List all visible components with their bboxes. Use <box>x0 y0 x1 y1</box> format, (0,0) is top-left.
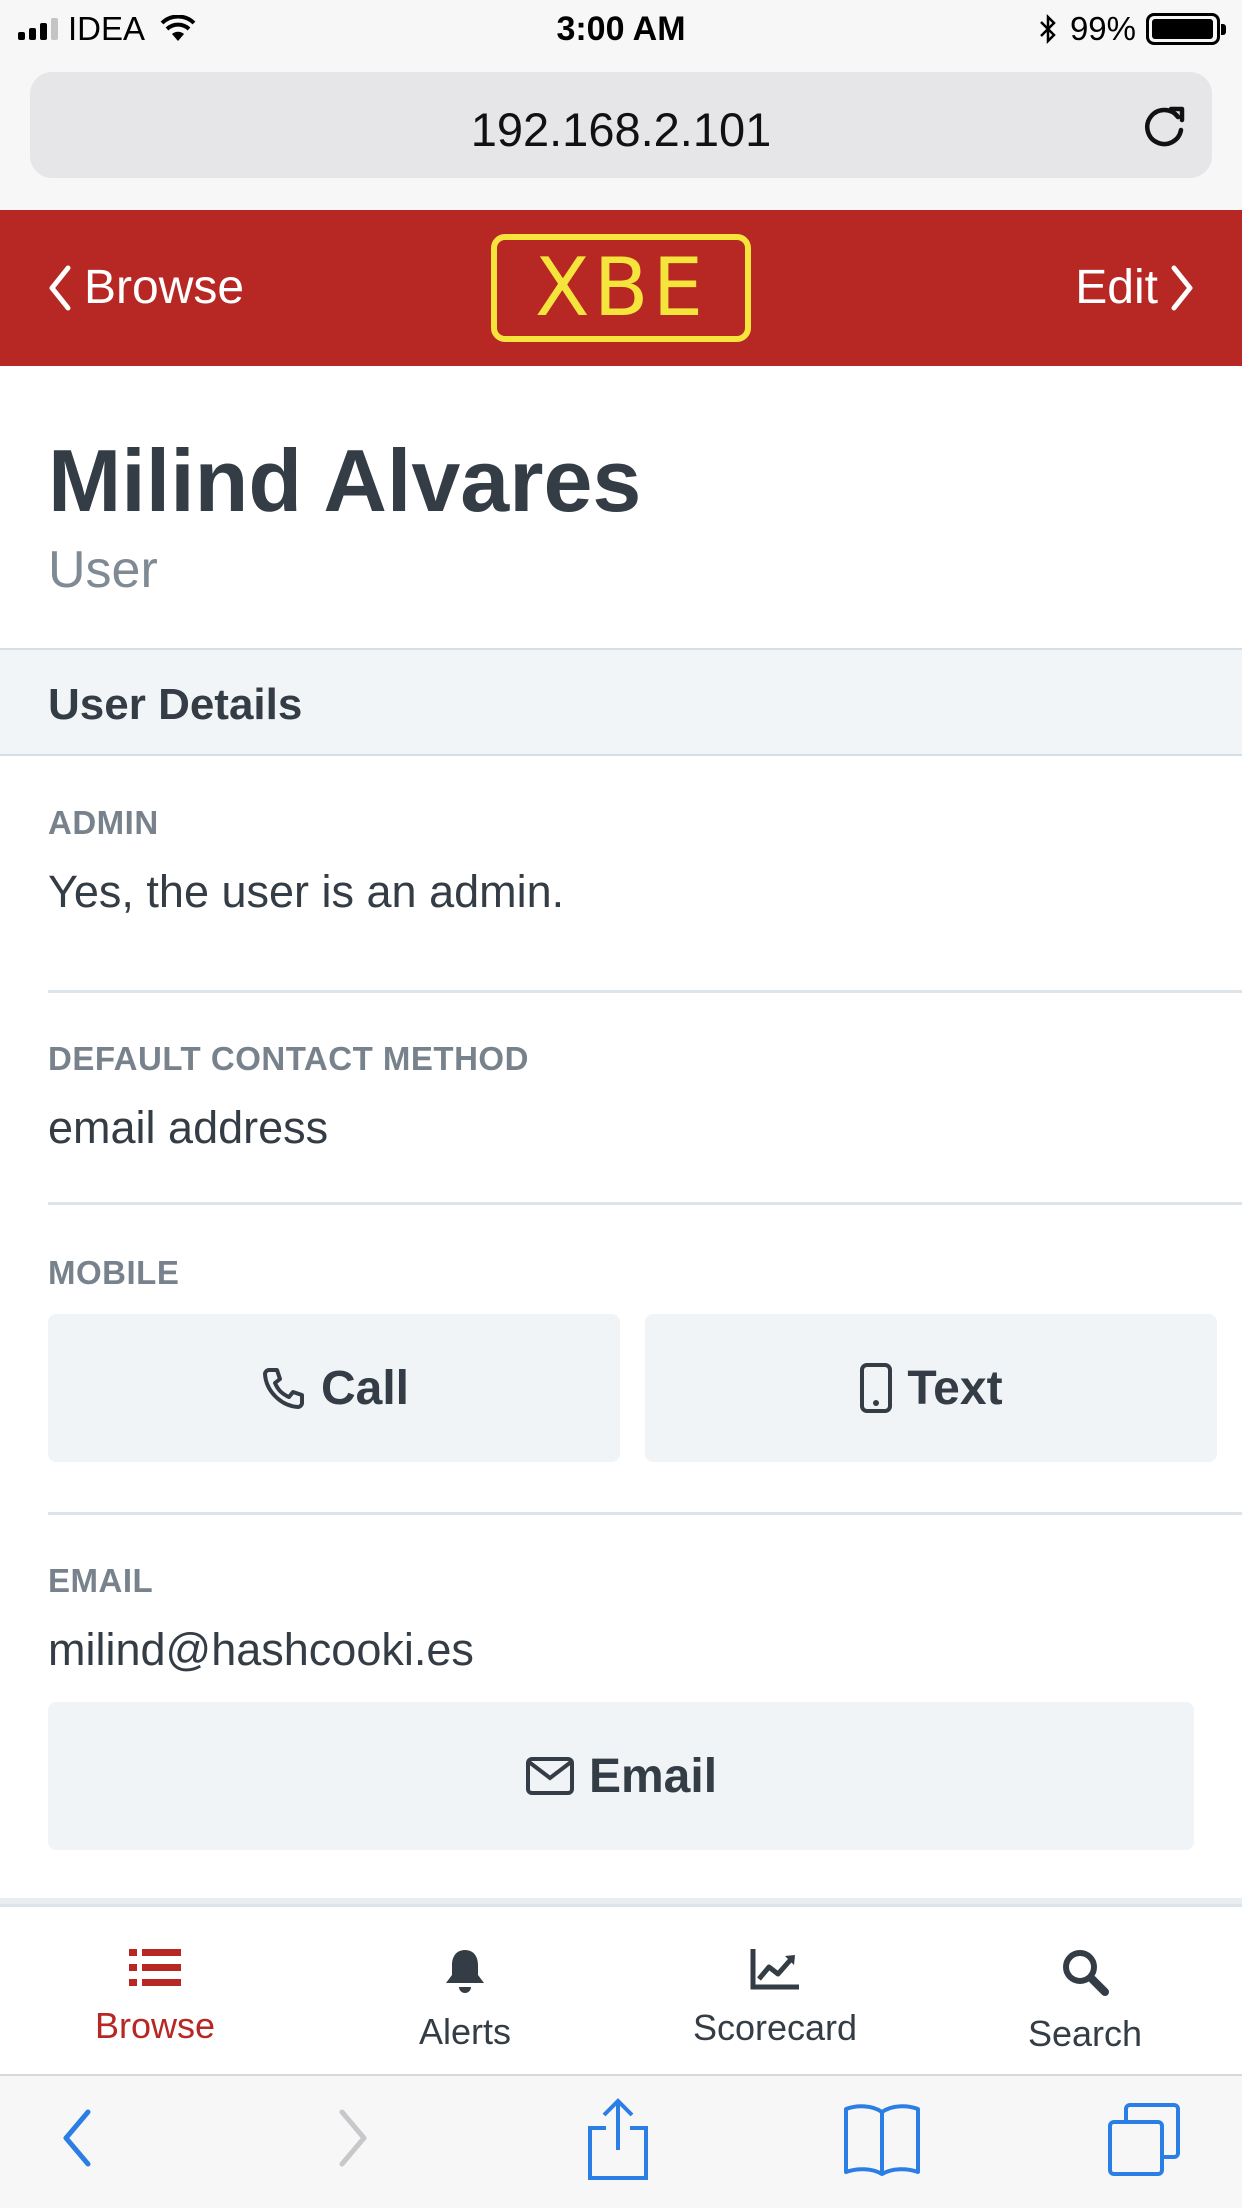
nav-label: Browse <box>94 2005 216 2046</box>
browser-address-area: 192.168.2.101 <box>0 62 1242 210</box>
back-icon[interactable] <box>58 2106 98 2170</box>
edit-label: Edit <box>1075 261 1158 314</box>
bluetooth-icon <box>1040 13 1056 45</box>
reload-icon[interactable] <box>1138 100 1190 152</box>
address-bar[interactable]: 192.168.2.101 <box>30 72 1212 178</box>
nav-label: Search <box>1027 2013 1143 2054</box>
call-label: Call <box>320 1361 410 1415</box>
bottom-nav: Browse Alerts Scorecard Search <box>0 1904 1242 2074</box>
email-value: milind@hashcooki.es <box>48 1624 474 1675</box>
tabs-icon[interactable] <box>1106 2102 1182 2178</box>
divider <box>48 1512 1242 1515</box>
bell-icon <box>446 1950 484 1993</box>
forward-icon[interactable] <box>332 2106 372 2170</box>
list-icon <box>129 1949 181 1986</box>
url-text[interactable]: 192.168.2.101 <box>30 102 1212 157</box>
nav-item-scorecard[interactable]: Scorecard <box>620 1907 930 2077</box>
admin-value: Yes, the user is an admin. <box>48 866 565 917</box>
bookmarks-icon[interactable] <box>842 2102 922 2176</box>
email-button-label: Email <box>588 1749 718 1803</box>
chart-line-icon <box>750 1949 799 1990</box>
edit-button[interactable]: Edit <box>1075 260 1196 315</box>
chevron-left-icon <box>49 265 71 310</box>
email-button[interactable]: Email <box>48 1702 1194 1850</box>
mobile-phone-icon <box>860 1363 893 1413</box>
nav-label: Alerts <box>418 2011 512 2052</box>
xbe-logo: XBE <box>491 234 751 342</box>
divider <box>48 1202 1242 1205</box>
nav-label: Scorecard <box>692 2007 858 2048</box>
email-label: EMAIL <box>48 1562 154 1599</box>
divider <box>48 990 1242 993</box>
page-subtitle: User <box>48 541 158 599</box>
mobile-label: MOBILE <box>48 1254 180 1291</box>
text-button[interactable]: Text <box>645 1314 1217 1462</box>
text-label: Text <box>907 1361 1003 1415</box>
status-bar: IDEA 3:00 AM 99% <box>0 0 1242 62</box>
section-header: User Details <box>0 648 1242 756</box>
admin-label: ADMIN <box>48 804 159 841</box>
envelope-icon <box>525 1757 574 1795</box>
browse-back-button[interactable]: Browse <box>46 260 244 315</box>
logo-text: XBE <box>534 241 708 334</box>
browse-back-label: Browse <box>84 261 245 314</box>
battery-icon <box>1146 13 1226 45</box>
chevron-right-icon <box>1171 265 1193 310</box>
browser-toolbar <box>0 2074 1242 2208</box>
phone-icon <box>262 1368 304 1409</box>
page-title: Milind Alvares <box>48 431 642 530</box>
search-icon <box>1063 1950 1109 1996</box>
app-header: Browse XBE Edit <box>0 210 1242 366</box>
call-button[interactable]: Call <box>48 1314 620 1462</box>
nav-item-browse[interactable]: Browse <box>0 1907 310 2077</box>
share-icon[interactable] <box>586 2098 650 2182</box>
section-title: User Details <box>48 680 303 729</box>
contact-method-label: DEFAULT CONTACT METHOD <box>48 1040 529 1077</box>
status-right: 99% <box>1038 10 1226 48</box>
nav-item-alerts[interactable]: Alerts <box>310 1907 620 2077</box>
contact-method-value: email address <box>48 1102 329 1153</box>
battery-percent: 99% <box>1069 10 1136 47</box>
nav-item-search[interactable]: Search <box>930 1907 1240 2077</box>
